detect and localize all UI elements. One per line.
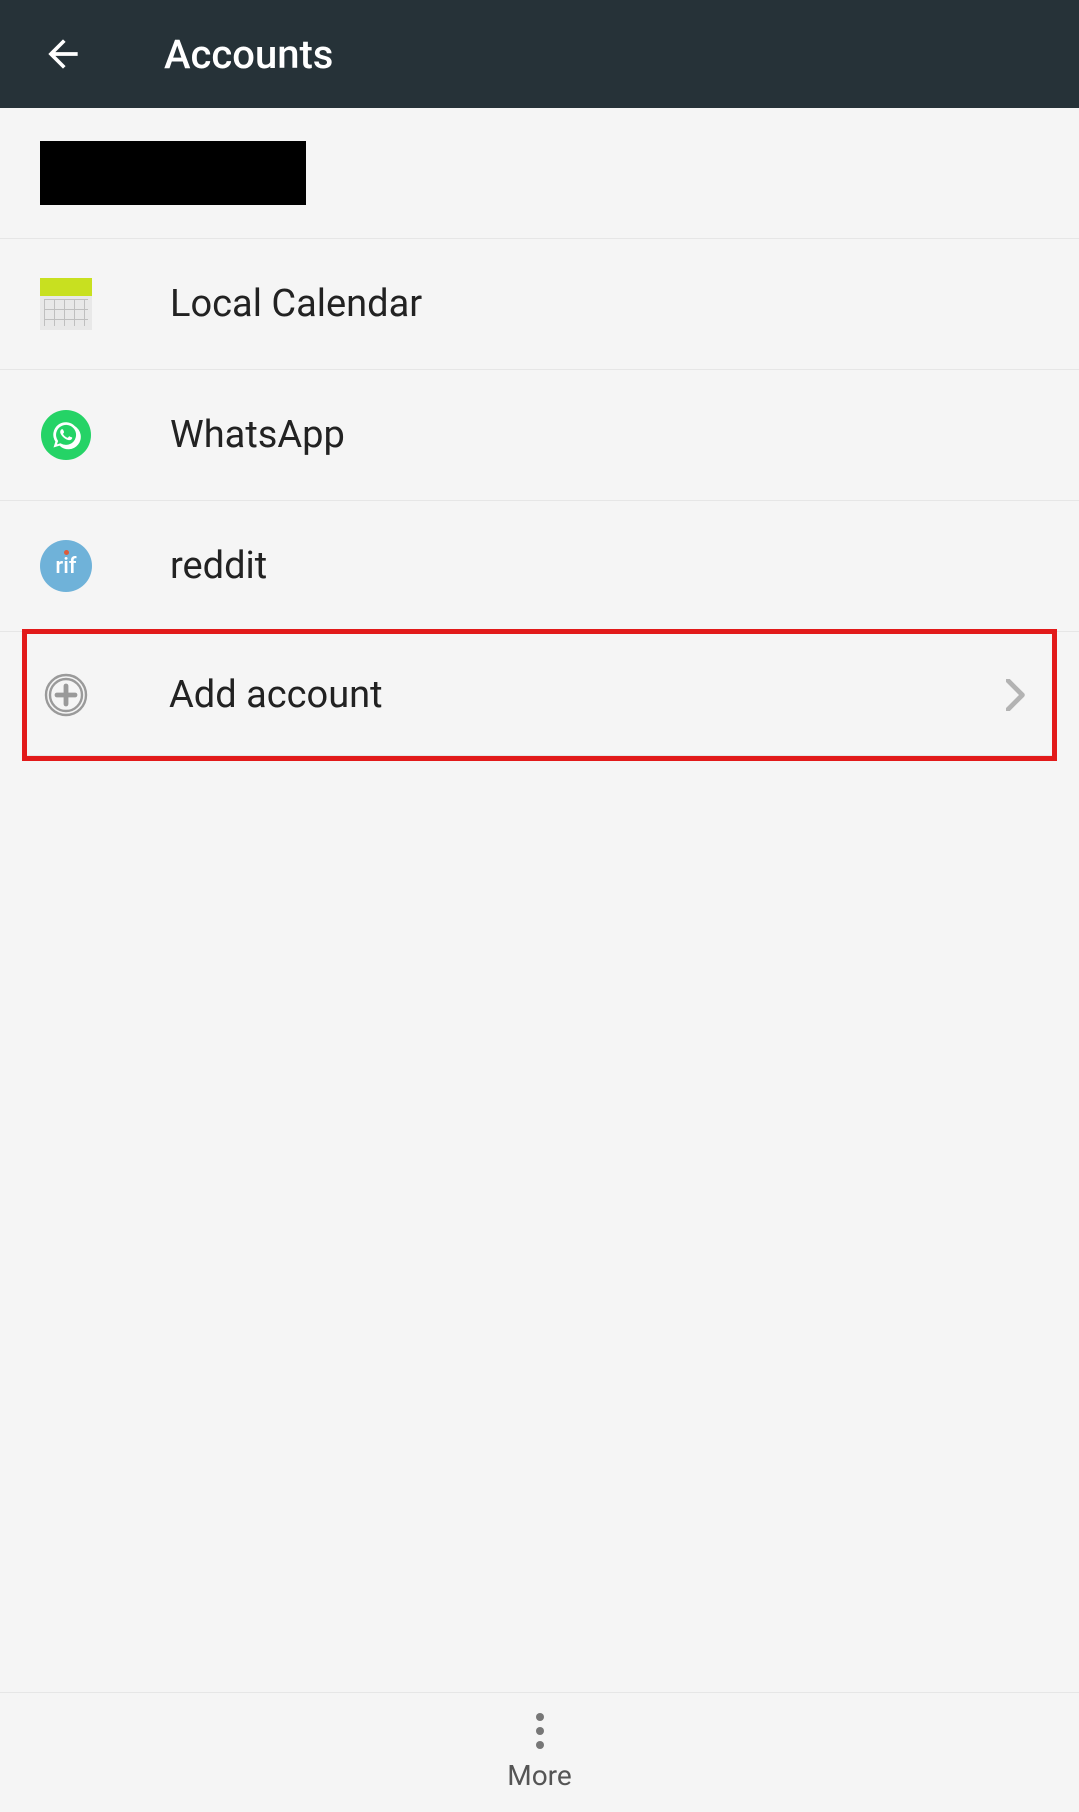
back-icon[interactable] <box>40 31 86 77</box>
add-account-label: Add account <box>169 673 1000 717</box>
account-label: WhatsApp <box>170 413 1079 457</box>
page-title: Accounts <box>164 31 333 78</box>
add-account-item[interactable]: Add account <box>27 634 1052 756</box>
account-item-whatsapp[interactable]: WhatsApp <box>0 370 1079 501</box>
account-label: Local Calendar <box>170 282 1079 326</box>
chevron-right-icon <box>1000 679 1032 711</box>
account-item-local-calendar[interactable]: Local Calendar <box>0 239 1079 370</box>
redacted-account-row[interactable] <box>0 108 1079 239</box>
app-header: Accounts <box>0 0 1079 108</box>
redacted-block <box>40 141 306 205</box>
more-label: More <box>507 1759 572 1792</box>
more-button[interactable]: More <box>0 1692 1079 1812</box>
rif-icon: rif <box>40 540 92 592</box>
calendar-icon <box>40 278 92 330</box>
account-label: reddit <box>170 544 1079 588</box>
account-item-reddit[interactable]: rif reddit <box>0 501 1079 632</box>
more-icon <box>536 1713 544 1749</box>
content-area: Local Calendar WhatsApp rif reddit <box>0 108 1079 1692</box>
plus-circle-icon <box>41 670 91 720</box>
whatsapp-icon <box>40 409 92 461</box>
add-account-highlight: Add account <box>22 629 1057 761</box>
